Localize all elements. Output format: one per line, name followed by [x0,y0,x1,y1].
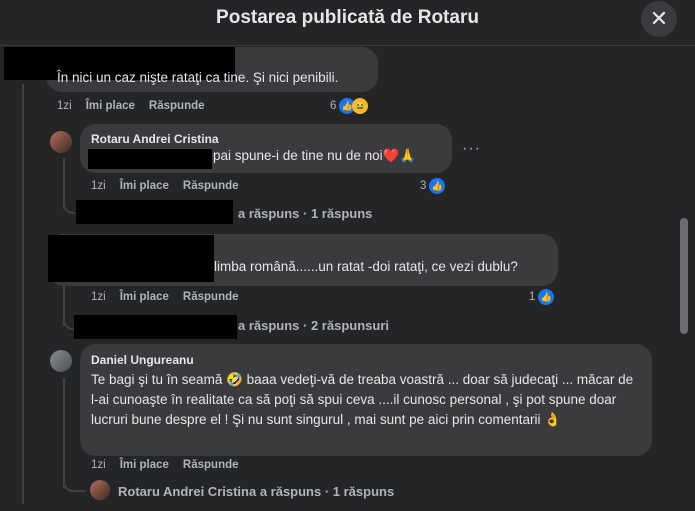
thread-elbow [63,190,75,214]
avatar[interactable] [90,480,110,500]
reply-button[interactable]: Răspunde [183,291,239,303]
comment-text: În nici un caz nişte rataţi ca tine. Şi … [57,70,339,85]
view-replies-link[interactable]: a răspuns · 1 răspuns [238,206,372,221]
comment-author[interactable]: Rotaru Andrei Cristina [91,132,219,146]
comment-text: pai spune-i de tine nu de noi❤️🙏 [213,148,417,163]
like-icon: 👍 [538,289,555,305]
reaction-count: 3 [420,180,427,192]
dialog-header: Postarea publicată de Rotaru ✕ [0,0,695,46]
view-replies-link[interactable]: a răspuns · 2 răspunsuri [238,318,389,333]
comment-time[interactable]: 1zi [91,459,106,471]
redacted-text [88,149,212,169]
comment-text: limba română......un ratat -doi rataţi, … [214,259,518,274]
more-options-icon[interactable]: ··· [462,140,481,158]
redacted-name [76,200,233,224]
comment-text: Te bagi şi tu în seamă 🤣 baaa vedeţi-vă … [91,372,634,427]
comment-time[interactable]: 1zi [91,291,106,303]
avatar[interactable] [50,350,72,372]
reaction-summary[interactable]: 3 👍 [420,178,446,194]
scrollbar[interactable] [680,218,688,334]
comment-actions: 1zi Îmi place Răspunde [91,459,253,471]
redacted-name [74,315,237,339]
avatar[interactable] [50,131,72,153]
reply-button[interactable]: Răspunde [149,100,205,112]
reaction-count: 1 [529,291,536,303]
comment-time[interactable]: 1zi [91,180,106,192]
redacted-name [48,235,214,282]
reaction-summary[interactable]: 1 👍 [529,289,555,305]
dialog-title: Postarea publicată de Rotaru [216,7,479,28]
like-icon: 👍 [429,178,446,194]
comment-author[interactable]: Daniel Ungureanu [91,353,194,367]
reply-button[interactable]: Răspunde [183,459,239,471]
close-icon[interactable]: ✕ [641,1,677,37]
comment-actions: 1zi Îmi place Răspunde [57,100,219,112]
haha-icon: 😆 [352,98,369,114]
like-button[interactable]: Îmi place [120,180,169,192]
comment-actions: 1zi Îmi place Răspunde [91,180,253,192]
view-replies-link[interactable]: Rotaru Andrei Cristina a răspuns · 1 răs… [118,484,394,499]
like-button[interactable]: Îmi place [120,291,169,303]
thread-elbow [63,470,85,492]
reaction-count: 6 [330,100,337,112]
comment-time[interactable]: 1zi [57,100,72,112]
like-button[interactable]: Îmi place [86,100,135,112]
like-button[interactable]: Îmi place [120,459,169,471]
thread-line [22,84,24,504]
reaction-summary[interactable]: 6 👍 😆 [330,98,369,114]
reply-button[interactable]: Răspunde [183,180,239,192]
comment-actions: 1zi Îmi place Răspunde [91,291,253,303]
